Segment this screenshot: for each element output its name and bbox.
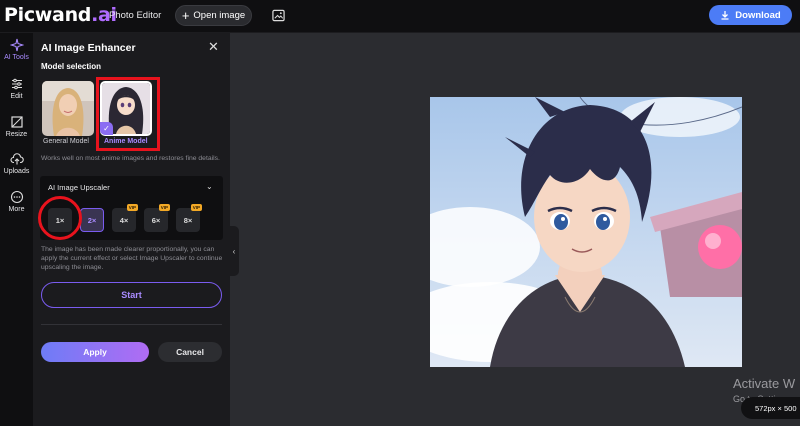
sliders-icon xyxy=(11,78,22,90)
annotation-highlight-box xyxy=(96,77,160,151)
vip-badge: VIP xyxy=(126,204,138,211)
download-label: Download xyxy=(735,9,781,21)
upscaler-note: The image has been made clearer proporti… xyxy=(41,246,223,271)
crop-icon xyxy=(10,116,23,128)
activation-watermark: Activate W xyxy=(733,376,796,391)
image-size-badge: 572px × 500 xyxy=(741,397,800,419)
apply-button[interactable]: Apply xyxy=(41,342,149,362)
panel-title: AI Image Enhancer xyxy=(41,42,136,54)
general-model-card[interactable] xyxy=(42,81,94,136)
rail-label: Uploads xyxy=(3,168,30,175)
app-logo[interactable]: Picwand.ai xyxy=(4,4,117,26)
scale-option-2x[interactable]: 2× xyxy=(80,208,104,232)
general-model-thumbnail xyxy=(42,81,94,136)
anime-boy-illustration xyxy=(430,97,742,367)
download-button[interactable]: Download xyxy=(709,5,792,25)
start-button[interactable]: Start xyxy=(41,282,222,308)
rail-item-uploads[interactable]: Uploads xyxy=(0,152,33,175)
upscaler-title[interactable]: AI Image Upscaler xyxy=(48,183,110,192)
vip-badge: VIP xyxy=(158,204,170,211)
anime-artwork-image[interactable] xyxy=(430,97,742,367)
chevron-left-icon: ‹ xyxy=(232,246,236,256)
rail-label: More xyxy=(8,206,25,213)
collapse-panel-button[interactable]: ‹ xyxy=(229,226,239,276)
rail-label: AI Tools xyxy=(4,54,29,61)
open-image-button[interactable]: + Open image xyxy=(175,5,252,26)
tool-rail: AI Tools Edit Resize Uploads More xyxy=(0,33,33,426)
rail-item-ai-tools[interactable]: AI Tools xyxy=(0,38,33,61)
download-icon xyxy=(721,11,729,20)
close-icon[interactable]: ✕ xyxy=(208,39,219,55)
cloud-upload-icon xyxy=(9,153,24,165)
rail-item-more[interactable]: More xyxy=(0,190,33,213)
top-bar: Picwand.ai Photo Editor + Open image Dow… xyxy=(0,0,800,33)
rail-item-resize[interactable]: Resize xyxy=(0,115,33,138)
scale-option-6x[interactable]: 6× VIP xyxy=(144,204,170,232)
model-selection-heading: Model selection xyxy=(41,62,102,71)
scale-option-8x[interactable]: 8× VIP xyxy=(176,204,202,232)
scale-label: 8× xyxy=(183,215,193,225)
photo-editor-link[interactable]: Photo Editor xyxy=(109,10,161,21)
open-image-label: Open image xyxy=(193,10,246,21)
model-description: Works well on most anime images and rest… xyxy=(41,155,220,162)
more-icon xyxy=(10,190,23,204)
logo-main: Picwand xyxy=(4,4,92,26)
scale-option-4x[interactable]: 4× VIP xyxy=(112,204,138,232)
scale-label: 2× xyxy=(87,215,97,225)
rail-label: Resize xyxy=(5,131,28,138)
plus-icon: + xyxy=(181,7,190,23)
rail-label: Edit xyxy=(10,93,23,100)
annotation-highlight-circle xyxy=(38,196,82,240)
scale-label: 4× xyxy=(119,215,129,225)
sparkle-icon xyxy=(9,38,24,52)
rail-item-edit[interactable]: Edit xyxy=(0,77,33,100)
chevron-down-icon[interactable]: ⌄ xyxy=(206,182,213,191)
image-icon[interactable] xyxy=(272,9,285,22)
vip-badge: VIP xyxy=(190,204,202,211)
general-model-label: General Model xyxy=(43,138,89,145)
cancel-button[interactable]: Cancel xyxy=(158,342,222,362)
scale-label: 6× xyxy=(151,215,161,225)
divider xyxy=(41,324,222,325)
